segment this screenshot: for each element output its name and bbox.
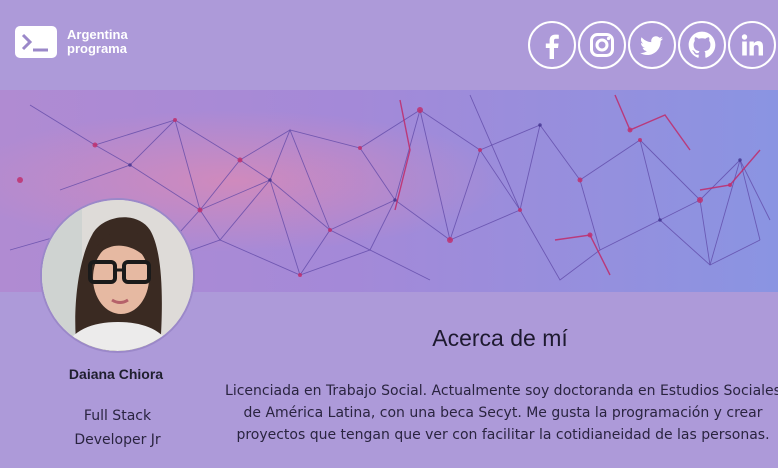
profile-name: Daiana Chiora: [68, 366, 164, 382]
twitter-link[interactable]: [628, 21, 676, 69]
role-line1: Full Stack: [83, 408, 152, 424]
terminal-icon: [15, 26, 57, 58]
about-title: Acerca de mí: [432, 325, 568, 351]
github-icon: [688, 31, 716, 58]
about-line2: de América Latina, con una beca Secyt. M…: [243, 405, 763, 421]
linkedin-icon: [741, 34, 763, 56]
facebook-icon: [545, 34, 559, 59]
github-link[interactable]: [678, 21, 726, 69]
about-line3: proyectos que tengan que ver con facilit…: [236, 427, 770, 443]
brand-line2: programa: [67, 41, 127, 56]
top-header: Argentina programa: [0, 0, 778, 90]
brand-logo[interactable]: Argentina programa: [15, 26, 128, 58]
brand-name: Argentina programa: [67, 28, 128, 56]
profile-photo: [40, 198, 195, 353]
social-links: [526, 21, 776, 69]
linkedin-link[interactable]: [728, 21, 776, 69]
instagram-icon: [590, 33, 614, 57]
facebook-link[interactable]: [528, 21, 576, 69]
role-line2: Developer Jr: [74, 432, 161, 448]
twitter-icon: [640, 36, 663, 55]
brand-line1: Argentina: [67, 27, 128, 42]
about-line1: Licenciada en Trabajo Social. Actualment…: [225, 383, 778, 399]
profile-role: Full Stack Developer Jr: [40, 404, 195, 452]
about-description: Licenciada en Trabajo Social. Actualment…: [218, 380, 778, 446]
instagram-link[interactable]: [578, 21, 626, 69]
